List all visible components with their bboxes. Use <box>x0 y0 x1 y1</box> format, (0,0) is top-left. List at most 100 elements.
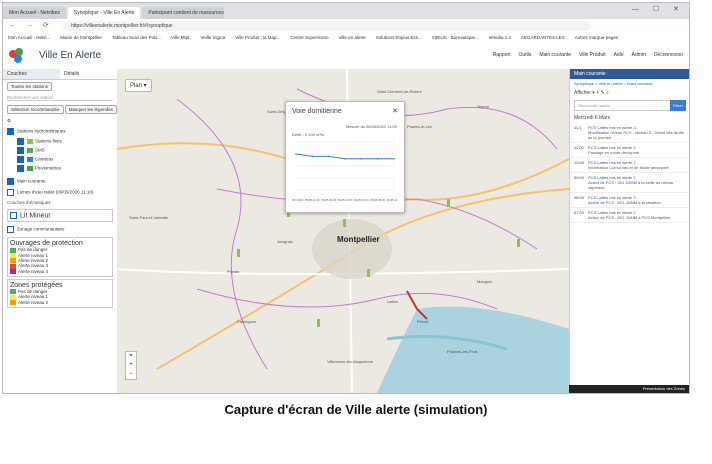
toolbar-button[interactable]: Outils <box>519 52 532 58</box>
checkbox[interactable] <box>7 226 14 234</box>
checkbox[interactable] <box>7 128 14 135</box>
tab-details[interactable]: Détails <box>60 69 117 79</box>
chart-point[interactable] <box>295 153 297 155</box>
browser-tab-active[interactable]: Synoptique - Ville En Alerte <box>67 7 141 19</box>
nav-buttons[interactable]: ← → ⟳ <box>9 21 53 29</box>
taskbar[interactable]: Présentation des Zones <box>569 385 689 393</box>
bookmark-link[interactable]: Mon Accueil - Netvi... <box>8 35 50 40</box>
app-title: Ville En Alerte <box>39 50 102 61</box>
legend-swatch <box>10 294 16 300</box>
browser-tab[interactable]: Mon Accueil - Netvibes <box>3 7 66 19</box>
bookmark-link[interactable]: Ville Mtpl. <box>171 35 190 40</box>
bookmark-link[interactable]: Veille Sigma <box>201 35 226 40</box>
bookmark-link[interactable]: AEGARDANTES LES <box>521 35 565 40</box>
entry-detail: Information Cumul eau et de Mode décorpo… <box>588 165 669 170</box>
layer-label: Stations fixes <box>35 138 62 144</box>
chart-point[interactable] <box>393 158 395 160</box>
chart-tick-label: 06/05 00:00 <box>321 198 336 202</box>
logbook-entry[interactable]: 08:00 PCS Lattes mis en alerte 2 Action de… <box>570 193 689 208</box>
chart-point[interactable] <box>376 158 379 160</box>
bookmark-link[interactable]: Autres marque-pages <box>575 35 618 40</box>
address-bar: ← → ⟳ https://villeenalerte.montpellier.… <box>3 19 689 34</box>
flow-chart: 05/05 18:0005/05 21:0006/05 00:0006/05 0… <box>292 141 398 202</box>
bookmark-link[interactable]: Mairie de Montpellier <box>60 35 102 40</box>
zoom-out-button[interactable]: − <box>126 370 136 379</box>
map-place-label: Prades-le-Lez <box>407 124 432 129</box>
logbook-entry[interactable]: 10:00 PCS Lattes mis en alerte 2 Informati… <box>570 158 689 173</box>
screenshot-frame: Mon Accueil - Netvibes Synoptique - Vill… <box>2 2 690 394</box>
checkbox[interactable] <box>17 138 24 145</box>
browser-tab[interactable]: Participant contient de ressources <box>142 7 225 19</box>
layer-label: SMS <box>35 147 45 153</box>
browser-tab-bar: Mon Accueil - Netvibes Synoptique - Vill… <box>3 3 689 19</box>
legend-label: Pas de danger <box>18 247 48 253</box>
bookmark-link[interactable]: eMedia 1.4 <box>489 35 511 40</box>
app-logo-icon <box>9 48 23 63</box>
legend-label: Alerte niveau 4 <box>18 268 49 274</box>
bookmark-link[interactable]: Ville en alerte <box>339 35 366 40</box>
filter-button[interactable]: Filtrer <box>670 100 686 111</box>
logbook-toolbar[interactable]: Afficher ▾ + ✎ ⌕ <box>570 88 689 98</box>
logbook-entry[interactable]: 11:00 PCS Lattes mis en alerte 2 Passage e… <box>570 143 689 158</box>
recommended-selection-button[interactable]: Sélection recommandée <box>7 105 64 114</box>
toolbar-button[interactable]: Rapport <box>493 52 511 58</box>
bookmark-link[interactable]: Centre Supervision <box>290 35 328 40</box>
tab-couches[interactable]: Couches <box>3 69 60 79</box>
bookmark-link[interactable]: Tableau Suivi des Pols... <box>112 35 161 40</box>
entry-detail: Modification niveau PCS - Niveau 3 - Déb… <box>588 130 684 140</box>
toolbar-button[interactable]: Ville Produit <box>579 52 606 58</box>
layer-label: Main courante <box>17 178 46 184</box>
checkbox[interactable] <box>7 178 14 185</box>
legend-label: Alerte niveau 1 <box>18 294 49 300</box>
map-place-label: Lattes <box>387 299 398 304</box>
panel-header: Main courante <box>570 69 689 79</box>
checkbox[interactable] <box>17 165 24 172</box>
close-icon[interactable]: ✕ <box>392 107 398 115</box>
layer-label: Caméras <box>35 156 54 162</box>
legend-swatch <box>10 263 16 269</box>
gear-icon[interactable]: ⚙ <box>3 116 117 126</box>
stations-dropdown[interactable]: Toutes les stations <box>7 82 53 91</box>
quick-search-input[interactable]: Recherche rapide Filtrer <box>574 100 686 111</box>
chart-point[interactable] <box>327 155 330 158</box>
entry-detail: Passage en mode décorporé <box>588 150 640 155</box>
checkbox[interactable] <box>17 156 24 163</box>
bookmark-link[interactable]: SIRIUS - Bureautique... <box>432 35 479 40</box>
layers-panel: Couches Détails Toutes les stations Rech… <box>3 69 118 393</box>
toolbar-button[interactable]: Main courante <box>539 52 571 58</box>
toolbar-button[interactable]: Déconnexion <box>654 52 683 58</box>
chart-point[interactable] <box>311 155 314 158</box>
legend-title: Zones protégées <box>10 281 63 289</box>
chart-tick-label: 05/05 18:00 <box>292 198 304 202</box>
protection-legend: Ouvrages de protection Pas de danger Aler… <box>7 237 113 277</box>
entry-time: 09:00 <box>574 175 585 180</box>
bookmark-link[interactable]: Ville Produit : la Map... <box>235 35 280 40</box>
legend-item: Alerte niveau 2 <box>10 300 110 305</box>
window-controls[interactable]: — ☐ ✕ <box>632 5 685 13</box>
map-place-label: Pignan <box>227 269 240 274</box>
map-place-label: Saint-Paul-et-Valmalle <box>129 215 169 220</box>
entry-time: 11:00 <box>574 145 584 150</box>
url-input[interactable]: https://villeenalerte.montpellier.fr/#/s… <box>63 21 591 31</box>
toolbar-button[interactable]: Aide <box>614 52 624 58</box>
checkbox[interactable] <box>10 212 17 219</box>
locate-icon[interactable]: ⌖ <box>126 352 136 361</box>
logbook-entry[interactable]: 09:00 PCS Lattes mis en alerte 2 Action de… <box>570 173 689 193</box>
checkbox[interactable] <box>7 189 14 196</box>
zoom-controls[interactable]: ⌖ + − <box>125 351 137 380</box>
layer-label: Lames d'eau radar (06/05/2020 11:10) <box>17 189 94 195</box>
chart-point[interactable] <box>360 158 363 160</box>
toolbar-button[interactable]: Admin <box>632 52 646 58</box>
station-search-input[interactable]: Rechercher une station <box>7 95 113 101</box>
breadcrumb: Synoptique > Ville en alerte > Main cour… <box>574 81 653 86</box>
checkbox[interactable] <box>17 147 24 154</box>
map-view[interactable]: Plan ▾ Montpellier Saint-Gély-du-FescSai… <box>117 69 569 393</box>
popup-title: Voie domitienne <box>292 108 342 115</box>
logbook-entry[interactable]: 11:1 PCS Lattes mis en alerte 3 Modificati… <box>570 123 689 143</box>
logbook-entry[interactable]: 07:00 PCS Lattes mis en alerte 2 Action de… <box>570 208 689 223</box>
chart-point[interactable] <box>344 158 346 160</box>
map-mode-dropdown[interactable]: Plan ▾ <box>125 79 152 92</box>
hide-legends-button[interactable]: Masquer les légendes <box>64 105 117 114</box>
bookmark-link[interactable]: Solutions Enjeux Ess... <box>376 35 422 40</box>
zoom-in-button[interactable]: + <box>126 361 136 370</box>
